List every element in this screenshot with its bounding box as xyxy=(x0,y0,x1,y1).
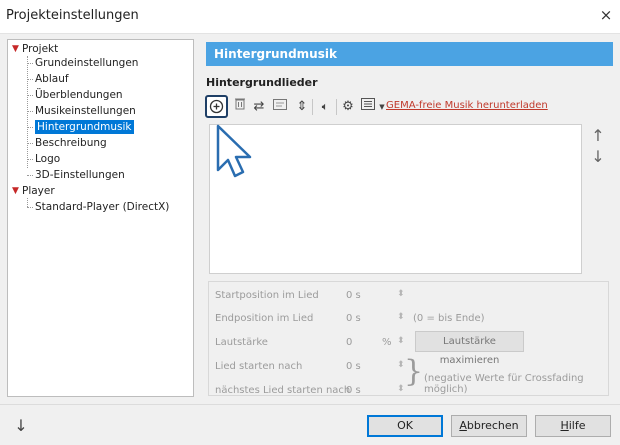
volume-unit: % xyxy=(382,337,392,348)
tree-node-player[interactable]: Player xyxy=(22,184,55,198)
properties-icon[interactable] xyxy=(270,97,290,117)
tree-node-projekt[interactable]: Projekt xyxy=(22,42,58,56)
section-label-hintergrundlieder: Hintergrundlieder xyxy=(206,76,318,89)
ok-button[interactable]: OK xyxy=(367,415,443,437)
song-list[interactable] xyxy=(209,124,582,274)
tree-node-logo[interactable]: Logo xyxy=(35,152,60,166)
close-icon[interactable]: × xyxy=(598,7,614,23)
tree-node-musikeinstellungen[interactable]: Musikeinstellungen xyxy=(35,104,136,118)
down-arrow-button[interactable]: ↓ xyxy=(9,415,33,437)
expand-caret-icon[interactable]: ▼ xyxy=(12,184,19,198)
tree-guide xyxy=(27,143,33,144)
tree-guide xyxy=(27,63,33,64)
tree-node-standard-player[interactable]: Standard-Player (DirectX) xyxy=(35,200,169,214)
title-bar: Projekteinstellungen × xyxy=(0,0,620,34)
help-button[interactable]: Hilfe xyxy=(535,415,611,437)
settings-tree: ▼ Projekt Grundeinstellungen Ablauf Über… xyxy=(7,39,194,397)
gear-icon[interactable]: ⚙ xyxy=(338,97,358,117)
next-song-start-label: nächstes Lied starten nach xyxy=(215,385,351,396)
start-position-label: Startposition im Lied xyxy=(215,290,319,301)
tree-guide xyxy=(27,79,33,80)
tree-guide xyxy=(27,198,28,207)
sort-icon[interactable]: ⇕ xyxy=(292,97,312,117)
spinner-icon[interactable]: ⬍ xyxy=(397,289,405,299)
spinner-icon[interactable]: ⬍ xyxy=(397,312,405,322)
start-position-value[interactable]: 0 s xyxy=(346,290,361,301)
tree-guide xyxy=(27,159,33,160)
volume-label: Lautstärke xyxy=(215,337,268,348)
cancel-button[interactable]: Abbrechen xyxy=(451,415,527,437)
panel-header: Hintergrundmusik xyxy=(206,42,613,66)
tree-guide xyxy=(27,56,28,168)
tree-guide xyxy=(27,207,33,208)
toolbar-separator xyxy=(312,99,313,115)
tree-node-grundeinstellungen[interactable]: Grundeinstellungen xyxy=(35,56,138,70)
spinner-icon[interactable]: ⬍ xyxy=(397,336,405,346)
song-start-label: Lied starten nach xyxy=(215,361,303,372)
volume-icon[interactable]: 🔈︎ xyxy=(315,97,335,117)
move-up-button[interactable]: ↑ xyxy=(589,127,607,145)
tree-node-ablauf[interactable]: Ablauf xyxy=(35,72,69,86)
footer-bar xyxy=(0,404,620,445)
tree-guide xyxy=(27,127,33,128)
window-title: Projekteinstellungen xyxy=(6,8,139,23)
expand-caret-icon[interactable]: ▼ xyxy=(12,42,19,56)
move-down-button[interactable]: ↓ xyxy=(589,148,607,166)
end-position-note: (0 = bis Ende) xyxy=(413,313,485,324)
tree-node-ueberblendungen[interactable]: Überblendungen xyxy=(35,88,123,102)
tree-node-hintergrundmusik[interactable]: Hintergrundmusik xyxy=(35,120,134,134)
end-position-label: Endposition im Lied xyxy=(215,313,314,324)
tree-guide xyxy=(27,111,33,112)
next-song-start-value[interactable]: 0 s xyxy=(346,385,361,396)
gema-download-link[interactable]: GEMA-freie Musik herunterladen xyxy=(386,100,548,111)
tree-guide xyxy=(27,95,33,96)
tree-guide xyxy=(27,175,33,176)
crossfade-note: (negative Werte für Crossfading möglich) xyxy=(424,373,584,395)
toolbar-separator xyxy=(336,99,337,115)
mouse-cursor-icon xyxy=(216,124,252,178)
brace-icon: } xyxy=(404,354,424,389)
song-start-value[interactable]: 0 s xyxy=(346,361,361,372)
tree-node-beschreibung[interactable]: Beschreibung xyxy=(35,136,107,150)
end-position-value[interactable]: 0 s xyxy=(346,313,361,324)
maximize-volume-button[interactable]: Lautstärke maximieren xyxy=(415,331,524,366)
volume-value[interactable]: 0 xyxy=(346,337,352,348)
tree-node-3d-einstellungen[interactable]: 3D-Einstellungen xyxy=(35,168,125,182)
